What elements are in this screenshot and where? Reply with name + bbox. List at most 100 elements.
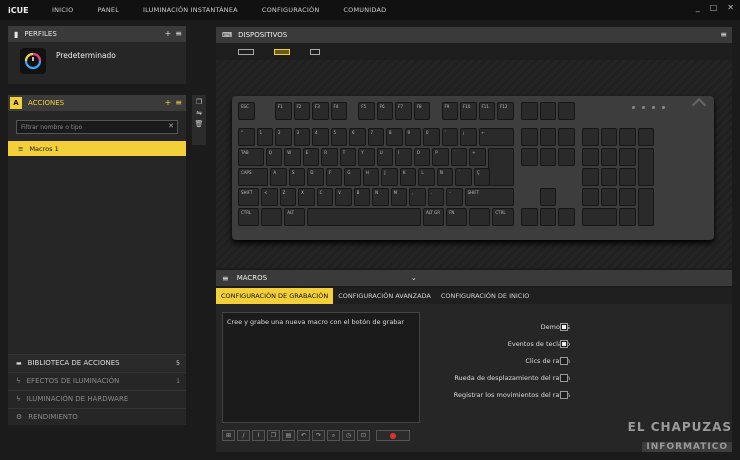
tab-configuracion-de-inicio[interactable]: CONFIGURACIÓN DE INICIO bbox=[436, 288, 535, 304]
keyboard-key[interactable]: F11 bbox=[478, 102, 495, 120]
keyboard-key[interactable]: CTRL bbox=[492, 208, 514, 226]
maximize-button[interactable]: □ bbox=[710, 3, 718, 12]
keyboard-key[interactable]: ALT GR bbox=[423, 208, 445, 226]
keyboard-key[interactable]: L bbox=[418, 168, 435, 186]
keyboard-key[interactable] bbox=[619, 128, 636, 146]
keyboard-key[interactable]: X bbox=[298, 188, 315, 206]
keyboard-key[interactable]: F7 bbox=[395, 102, 412, 120]
keyboard-key[interactable]: Y bbox=[358, 148, 375, 166]
keyboard-key[interactable] bbox=[558, 208, 575, 226]
keyboard-key[interactable]: SHIFT bbox=[464, 188, 514, 206]
section-iluminacion-de-hardware[interactable]: ϟ ILUMINACIÓN DE HARDWARE bbox=[8, 390, 186, 407]
keyboard-key[interactable] bbox=[619, 208, 636, 226]
redo-icon[interactable]: ↷ bbox=[312, 430, 325, 441]
nav-configuracion[interactable]: CONFIGURACIÓN bbox=[262, 6, 320, 14]
keyboard-key[interactable] bbox=[521, 148, 538, 166]
keyboard-key[interactable]: F5 bbox=[358, 102, 375, 120]
import-icon[interactable]: ⇋ bbox=[196, 109, 202, 117]
keyboard-key[interactable]: - bbox=[446, 188, 463, 206]
keyboard-key[interactable]: V bbox=[335, 188, 352, 206]
keyboard-key[interactable] bbox=[637, 148, 655, 186]
tab-configuracion-de-grabacion[interactable]: CONFIGURACIÓN DE GRABACIÓN bbox=[216, 288, 334, 304]
keyboard-key[interactable] bbox=[539, 208, 557, 226]
keyboard-key[interactable]: P bbox=[432, 148, 449, 166]
keyboard-key[interactable]: H bbox=[362, 168, 380, 186]
keyboard-key[interactable] bbox=[558, 148, 575, 166]
keyboard-key[interactable]: + bbox=[469, 148, 486, 166]
clear-filter-icon[interactable]: ✕ bbox=[168, 122, 174, 130]
actions-menu-icon[interactable]: ≡ bbox=[175, 98, 182, 107]
section-efectos-de-iluminacion[interactable]: ϟ EFECTOS DE ILUMINACIÓN 1 bbox=[8, 372, 186, 389]
keyboard-key[interactable] bbox=[600, 148, 618, 166]
keyboard-key[interactable] bbox=[521, 128, 538, 146]
tab-configuracion-avanzada[interactable]: CONFIGURACIÓN AVANZADA bbox=[333, 288, 436, 304]
keyboard-key[interactable]: M bbox=[390, 188, 408, 206]
keyboard-key[interactable]: F10 bbox=[460, 102, 477, 120]
keyboard-key[interactable]: O bbox=[413, 148, 431, 166]
profiles-menu-icon[interactable]: ≡ bbox=[175, 29, 182, 38]
keyboard-key[interactable]: I bbox=[395, 148, 412, 166]
add-action-button[interactable]: + bbox=[165, 98, 172, 107]
keyboard-key[interactable]: J bbox=[381, 168, 398, 186]
action-list-item[interactable]: ≡ Macros 1 bbox=[8, 141, 186, 156]
keyboard-key[interactable]: , bbox=[409, 188, 426, 206]
keyboard-key[interactable]: Z bbox=[279, 188, 297, 206]
keyboard-key[interactable] bbox=[619, 188, 636, 206]
keyboard-key[interactable]: K bbox=[399, 168, 417, 186]
keyboard-key[interactable] bbox=[582, 188, 599, 206]
chevron-down-icon[interactable]: ⌄ bbox=[411, 274, 417, 282]
keyboard-key[interactable]: U bbox=[376, 148, 394, 166]
record-button[interactable] bbox=[376, 430, 410, 441]
keyboard-key[interactable]: CAPS bbox=[238, 168, 269, 186]
keyboard-key[interactable]: CTRL bbox=[238, 208, 260, 226]
trash-icon[interactable]: 🗑 bbox=[195, 120, 204, 128]
keyboard-key[interactable] bbox=[619, 148, 636, 166]
clics-de-raton-checkbox[interactable] bbox=[560, 357, 568, 365]
keyboard-key[interactable]: . bbox=[427, 188, 445, 206]
registrar-movimientos-checkbox[interactable] bbox=[560, 391, 568, 399]
keyboard-key[interactable]: Ç bbox=[473, 168, 491, 186]
keyboard-key[interactable]: F4 bbox=[330, 102, 347, 120]
keyboard-key[interactable]: G bbox=[344, 168, 361, 186]
keyboard-key[interactable] bbox=[539, 188, 557, 206]
keyboard-key[interactable]: F12 bbox=[497, 102, 514, 120]
keyboard-key[interactable] bbox=[600, 128, 618, 146]
keyboard-key[interactable] bbox=[582, 148, 599, 166]
add-profile-button[interactable]: + bbox=[165, 29, 172, 38]
keyboard-key[interactable] bbox=[600, 188, 618, 206]
delete-icon[interactable]: ⊡ bbox=[357, 430, 370, 441]
keyboard-key[interactable]: 7 bbox=[367, 128, 384, 146]
keyboard-key[interactable] bbox=[539, 128, 557, 146]
keyboard-key[interactable] bbox=[558, 102, 575, 120]
keyboard-key[interactable]: 3 bbox=[293, 128, 310, 146]
nav-comunidad[interactable]: COMUNIDAD bbox=[343, 6, 386, 14]
devices-menu-icon[interactable]: ≡ bbox=[720, 30, 727, 39]
keyboard-key[interactable]: 5 bbox=[330, 128, 347, 146]
keyboard-key[interactable]: SHIFT bbox=[238, 188, 260, 206]
keyboard-key[interactable]: F8 bbox=[413, 102, 431, 120]
keyboard-key[interactable]: F bbox=[325, 168, 343, 186]
keyboard-key[interactable]: F3 bbox=[312, 102, 329, 120]
device-keyboard-icon[interactable] bbox=[238, 48, 254, 55]
keyboard-key[interactable] bbox=[539, 102, 557, 120]
keyboard-key[interactable]: F1 bbox=[275, 102, 292, 120]
macros-selector[interactable]: ≡ MACROS ⌄ bbox=[216, 270, 732, 286]
keyboard-key[interactable]: E bbox=[302, 148, 320, 166]
keyboard-key[interactable]: 0 bbox=[423, 128, 440, 146]
delay-icon[interactable]: ◷ bbox=[342, 430, 355, 441]
keyboard-key[interactable] bbox=[582, 128, 599, 146]
edit-icon[interactable]: / bbox=[237, 430, 250, 441]
keyboard-key[interactable]: Q bbox=[265, 148, 283, 166]
minimize-button[interactable]: _ bbox=[696, 3, 700, 12]
device-keyboard-active-icon[interactable] bbox=[274, 48, 290, 55]
copy-icon[interactable]: ❐ bbox=[267, 430, 280, 441]
eventos-de-teclado-checkbox[interactable] bbox=[560, 340, 568, 348]
keyboard-key[interactable] bbox=[619, 168, 636, 186]
profile-item[interactable]: Predeterminado bbox=[8, 42, 186, 84]
undo-icon[interactable]: ↶ bbox=[297, 430, 310, 441]
keyboard-key[interactable]: Ñ bbox=[436, 168, 454, 186]
copy-icon[interactable]: ❐ bbox=[196, 98, 202, 106]
keyboard-key[interactable]: ¡ bbox=[460, 128, 477, 146]
keyboard-key[interactable]: R bbox=[321, 148, 338, 166]
keyboard-key[interactable]: F6 bbox=[376, 102, 394, 120]
